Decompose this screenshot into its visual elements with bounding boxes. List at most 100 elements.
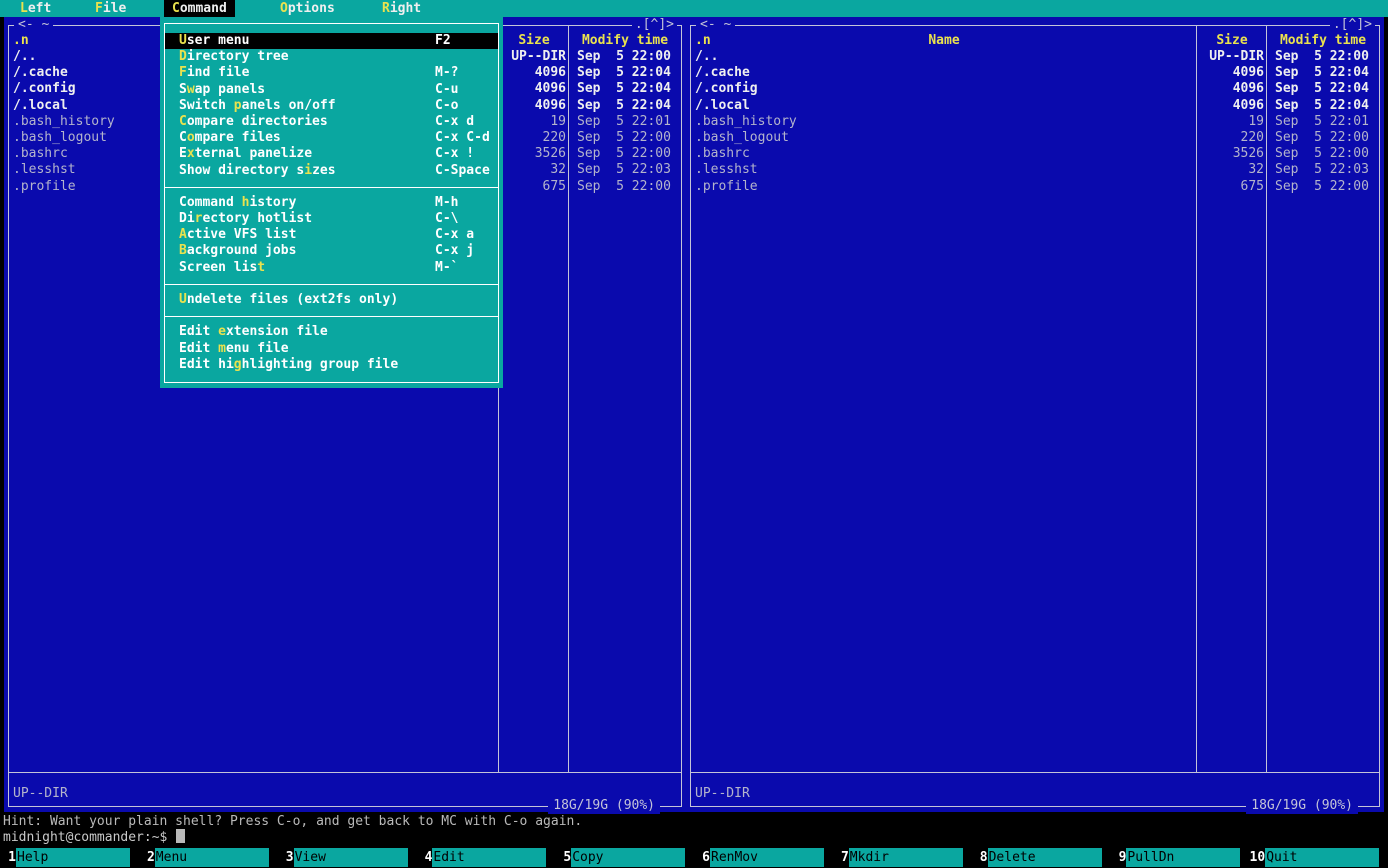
file-name: .lesshst bbox=[691, 162, 1197, 178]
menu-item-label: Find file bbox=[179, 65, 249, 80]
file-mtime: Sep 5 22:00 bbox=[569, 49, 681, 65]
menu-item-directory-tree[interactable]: Directory tree bbox=[165, 49, 498, 65]
menu-item-find-file[interactable]: Find fileM-? bbox=[165, 65, 498, 81]
menu-item-label: Undelete files (ext2fs only) bbox=[179, 292, 398, 307]
file-mtime: Sep 5 22:03 bbox=[569, 162, 681, 178]
shell-prompt-line[interactable]: midnight@commander:~$ bbox=[3, 829, 185, 845]
file-row[interactable]: .lesshst32Sep 5 22:03 bbox=[691, 162, 1379, 178]
left-panel-nav-buttons[interactable]: .[^]> bbox=[632, 17, 677, 33]
fkey-9-pulldn[interactable]: 9PullDn bbox=[1110, 848, 1249, 867]
mc-screen: LeftFileCommandOptionsRight <- ~.[^]>.nN… bbox=[0, 0, 1388, 868]
column-header-mtime[interactable]: Modify time bbox=[569, 33, 681, 49]
fkey-3-view[interactable]: 3View bbox=[278, 848, 417, 867]
fkey-7-mkdir[interactable]: 7Mkdir bbox=[833, 848, 972, 867]
menu-item-edit-extension-file[interactable]: Edit extension file bbox=[165, 324, 498, 340]
column-header-name[interactable]: Name bbox=[691, 33, 1197, 49]
left-sort-indicator[interactable]: .n bbox=[13, 33, 29, 49]
file-row[interactable]: .bash_history19Sep 5 22:01 bbox=[691, 114, 1379, 130]
menubar-item-left[interactable]: Left bbox=[20, 0, 51, 17]
fkey-number: 3 bbox=[278, 848, 294, 867]
menu-item-label: Swap panels bbox=[179, 82, 265, 97]
file-row[interactable]: .bashrc3526Sep 5 22:00 bbox=[691, 146, 1379, 162]
file-row[interactable]: /..UP--DIRSep 5 22:00 bbox=[691, 49, 1379, 65]
menu-separator bbox=[165, 276, 498, 292]
menu-item-directory-hotlist[interactable]: Directory hotlistC-\ bbox=[165, 211, 498, 227]
file-size: 675 bbox=[1197, 179, 1267, 195]
column-header-mtime[interactable]: Modify time bbox=[1267, 33, 1379, 49]
menu-item-label: Background jobs bbox=[179, 243, 296, 258]
right-panel-path-button[interactable]: <- ~ bbox=[696, 17, 735, 33]
text-cursor bbox=[176, 829, 185, 843]
fkey-1-help[interactable]: 1Help bbox=[0, 848, 139, 867]
menu-item-label: User menu bbox=[179, 33, 249, 48]
menu-item-label: Screen list bbox=[179, 260, 265, 275]
fkey-number: 9 bbox=[1110, 848, 1126, 867]
menu-item-external-panelize[interactable]: External panelizeC-x ! bbox=[165, 146, 498, 162]
column-header-size[interactable]: Size bbox=[499, 33, 569, 49]
file-row[interactable]: /.cache4096Sep 5 22:04 bbox=[691, 65, 1379, 81]
file-size: 19 bbox=[1197, 114, 1267, 130]
menu-item-screen-list[interactable]: Screen listM-` bbox=[165, 260, 498, 276]
menu-item-swap-panels[interactable]: Swap panels C-u bbox=[165, 82, 498, 98]
file-size: 4096 bbox=[1197, 81, 1267, 97]
file-size: 4096 bbox=[1197, 98, 1267, 114]
file-size: 3526 bbox=[499, 146, 569, 162]
file-size: 675 bbox=[499, 179, 569, 195]
menu-item-compare-files[interactable]: Compare filesC-x C-d bbox=[165, 130, 498, 146]
menu-item-shortcut: F2 bbox=[435, 33, 451, 49]
fkey-8-delete[interactable]: 8Delete bbox=[972, 848, 1111, 867]
fkey-5-copy[interactable]: 5Copy bbox=[555, 848, 694, 867]
file-name: /.config bbox=[691, 81, 1197, 97]
menu-item-undelete-files-ext2fs-only[interactable]: Undelete files (ext2fs only) bbox=[165, 292, 498, 308]
fkey-10-quit[interactable]: 10Quit bbox=[1249, 848, 1388, 867]
left-free-space: 18G/19G (90%) bbox=[548, 798, 660, 814]
file-size: 3526 bbox=[1197, 146, 1267, 162]
fkey-4-edit[interactable]: 4Edit bbox=[416, 848, 555, 867]
hotkey-letter: C bbox=[172, 1, 180, 16]
file-row[interactable]: .profile675Sep 5 22:00 bbox=[691, 179, 1379, 195]
function-key-bar: 1Help2Menu3View4Edit5Copy6RenMov7Mkdir8D… bbox=[0, 847, 1388, 868]
fkey-2-menu[interactable]: 2Menu bbox=[139, 848, 278, 867]
menubar-item-command[interactable]: Command bbox=[164, 0, 235, 17]
menu-item-label: Edit menu file bbox=[179, 341, 289, 356]
file-size: 4096 bbox=[499, 98, 569, 114]
file-row[interactable]: /.local4096Sep 5 22:04 bbox=[691, 98, 1379, 114]
right-sort-indicator[interactable]: .n bbox=[695, 33, 711, 49]
fkey-label: Copy bbox=[571, 848, 685, 867]
file-mtime: Sep 5 22:00 bbox=[1267, 49, 1379, 65]
hotkey-letter: R bbox=[382, 1, 390, 16]
left-panel-path-button[interactable]: <- ~ bbox=[14, 17, 53, 33]
menu-item-show-directory-sizes[interactable]: Show directory sizes C-Space bbox=[165, 163, 498, 179]
menu-item-shortcut: C-u bbox=[435, 82, 458, 98]
menu-item-background-jobs[interactable]: Background jobsC-x j bbox=[165, 243, 498, 259]
right-panel-nav-buttons[interactable]: .[^]> bbox=[1330, 17, 1375, 33]
menu-item-command-history[interactable]: Command history M-h bbox=[165, 195, 498, 211]
menu-item-shortcut: C-\ bbox=[435, 211, 458, 227]
menubar-item-right[interactable]: Right bbox=[382, 0, 421, 17]
file-row[interactable]: /.config4096Sep 5 22:04 bbox=[691, 81, 1379, 97]
fkey-6-renmov[interactable]: 6RenMov bbox=[694, 848, 833, 867]
menu-bar: Left File Command Options Right bbox=[0, 0, 1388, 17]
hotkey-letter: o bbox=[187, 130, 195, 145]
file-mtime: Sep 5 22:00 bbox=[1267, 179, 1379, 195]
hotkey-letter: D bbox=[179, 49, 187, 64]
file-row[interactable]: .bash_logout220Sep 5 22:00 bbox=[691, 130, 1379, 146]
menubar-item-file[interactable]: File bbox=[95, 0, 126, 17]
menu-item-compare-directories[interactable]: Compare directoriesC-x d bbox=[165, 114, 498, 130]
file-name: .profile bbox=[691, 179, 1197, 195]
menu-item-edit-menu-file[interactable]: Edit menu file bbox=[165, 341, 498, 357]
menu-item-label: Command history bbox=[179, 195, 296, 210]
panel-separator bbox=[690, 772, 1380, 773]
menu-item-user-menu[interactable]: User menu F2 bbox=[165, 33, 498, 49]
menu-item-label: Show directory sizes bbox=[179, 163, 336, 178]
menu-item-edit-highlighting-group-file[interactable]: Edit highlighting group file bbox=[165, 357, 498, 373]
fkey-label: View bbox=[294, 848, 408, 867]
menubar-item-options[interactable]: Options bbox=[280, 0, 335, 17]
column-header-size[interactable]: Size bbox=[1197, 33, 1267, 49]
menu-item-shortcut: C-x C-d bbox=[435, 130, 490, 146]
menu-item-switch-panels-on-off[interactable]: Switch panels on/offC-o bbox=[165, 98, 498, 114]
menu-item-active-vfs-list[interactable]: Active VFS listC-x a bbox=[165, 227, 498, 243]
menu-item-shortcut: M-h bbox=[435, 195, 458, 211]
right-panel: <- ~ .[^]> .nNameSizeModify time/..UP--DIR… bbox=[686, 17, 1384, 812]
menu-item-shortcut: C-Space bbox=[435, 163, 490, 179]
